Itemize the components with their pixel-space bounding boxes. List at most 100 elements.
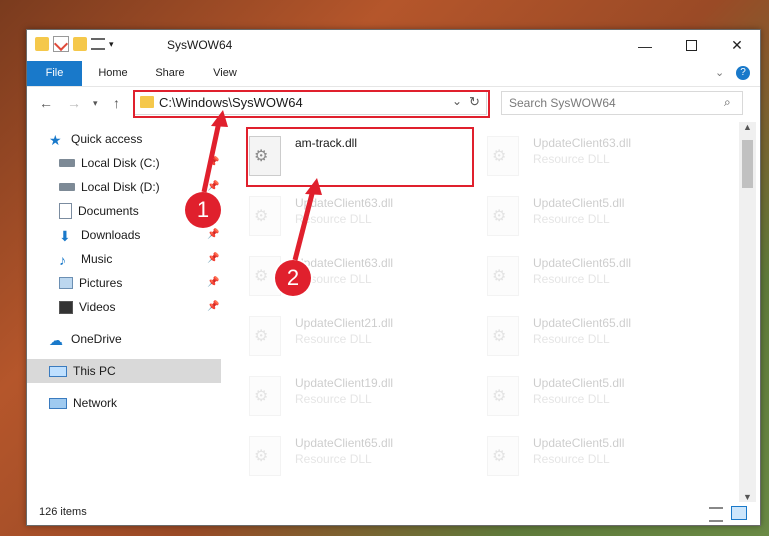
gear-icon: ⚙ bbox=[492, 208, 507, 225]
file-item[interactable]: ⚙ UpdateClient21.dll Resource DLL bbox=[227, 306, 447, 362]
sidebar-item-this-pc[interactable]: This PC bbox=[27, 359, 221, 383]
tab-view[interactable]: View bbox=[202, 61, 248, 86]
gear-icon: ⚙ bbox=[254, 448, 269, 465]
file-type: Resource DLL bbox=[295, 332, 372, 346]
file-item[interactable]: ⚙ UpdateClient5.dll Resource DLL bbox=[465, 186, 685, 242]
file-item[interactable]: ⚙ UpdateClient65.dll Resource DLL bbox=[465, 246, 685, 302]
window-title: SysWOW64 bbox=[167, 38, 233, 52]
close-icon: ✕ bbox=[731, 37, 743, 53]
scroll-up-icon[interactable]: ▲ bbox=[743, 122, 752, 132]
ribbon: File Home Share View ⌄ ? bbox=[27, 61, 760, 87]
explorer-window: ▾ SysWOW64 — ✕ File Home Share View ⌄ ? … bbox=[26, 29, 761, 526]
file-name: UpdateClient63.dll bbox=[295, 256, 394, 270]
sidebar-item-label: This PC bbox=[73, 364, 116, 378]
details-view-icon[interactable] bbox=[709, 507, 723, 522]
tab-file[interactable]: File bbox=[27, 61, 82, 86]
sidebar-item-onedrive[interactable]: ☁ OneDrive bbox=[49, 327, 243, 351]
expand-ribbon-icon[interactable]: ⌄ bbox=[715, 66, 724, 79]
file-name: UpdateClient63.dll bbox=[295, 196, 394, 210]
pin-icon: 📌 bbox=[207, 277, 220, 288]
file-name: UpdateClient21.dll bbox=[295, 316, 394, 330]
up-icon[interactable]: ↑ bbox=[113, 95, 120, 111]
properties-icon[interactable] bbox=[53, 36, 69, 52]
help-icon[interactable]: ? bbox=[736, 66, 750, 80]
scroll-down-icon[interactable]: ▼ bbox=[743, 492, 752, 502]
download-icon: ⬇ bbox=[59, 228, 71, 244]
document-icon bbox=[59, 203, 72, 219]
file-item[interactable]: ⚙ UpdateClient5.dll Resource DLL bbox=[465, 366, 685, 422]
tab-share[interactable]: Share bbox=[145, 61, 195, 86]
tab-home[interactable]: Home bbox=[87, 61, 139, 86]
file-item[interactable]: ⚙ UpdateClient63.dll Resource DLL bbox=[227, 186, 447, 242]
callout-1: 1 bbox=[185, 192, 221, 228]
vertical-scrollbar[interactable]: ▲ ▼ bbox=[739, 122, 756, 505]
new-folder-icon[interactable] bbox=[73, 37, 87, 51]
minimize-icon: — bbox=[638, 37, 652, 54]
file-item[interactable]: ⚙ UpdateClient65.dll Resource DLL bbox=[465, 306, 685, 362]
address-highlight bbox=[133, 90, 490, 118]
videos-icon bbox=[59, 300, 73, 314]
gear-icon: ⚙ bbox=[492, 388, 507, 405]
forward-icon[interactable]: → bbox=[67, 95, 81, 111]
file-type: Resource DLL bbox=[533, 452, 610, 466]
sidebar-item-label: Downloads bbox=[81, 228, 141, 242]
folder-icon[interactable] bbox=[35, 37, 49, 51]
file-name: UpdateClient19.dll bbox=[295, 376, 394, 390]
file-highlight bbox=[246, 127, 474, 187]
file-item[interactable]: ⚙ UpdateClient63.dll Resource DLL bbox=[227, 246, 447, 302]
sidebar-item-network[interactable]: Network bbox=[49, 391, 243, 415]
file-item[interactable]: ⚙ UpdateClient5.dll Resource DLL bbox=[465, 426, 685, 482]
search-input[interactable]: Search SysWOW64 ⌕ bbox=[501, 91, 743, 115]
sidebar-item-label: Network bbox=[73, 396, 118, 410]
gear-icon: ⚙ bbox=[254, 388, 269, 405]
file-type: Resource DLL bbox=[295, 392, 372, 406]
star-icon: ★ bbox=[49, 132, 62, 148]
status-bar: 126 items bbox=[27, 502, 760, 525]
back-icon[interactable]: ← bbox=[39, 95, 53, 111]
gear-icon: ⚙ bbox=[492, 328, 507, 345]
gear-icon: ⚙ bbox=[492, 448, 507, 465]
sidebar-item-downloads[interactable]: ⬇ Downloads bbox=[59, 223, 253, 247]
file-type: Resource DLL bbox=[533, 272, 610, 286]
scroll-thumb[interactable] bbox=[742, 140, 753, 188]
chevron-down-icon[interactable]: ▾ bbox=[109, 39, 114, 50]
sidebar-item-pictures[interactable]: Pictures bbox=[59, 271, 253, 295]
pc-icon bbox=[49, 365, 67, 377]
minimize-button[interactable]: — bbox=[622, 30, 668, 61]
file-type: Resource DLL bbox=[533, 152, 610, 166]
recent-locations-icon[interactable]: ▾ bbox=[93, 98, 98, 109]
sidebar-item-label: Videos bbox=[79, 300, 116, 314]
file-type: Resource DLL bbox=[533, 212, 610, 226]
cloud-icon: ☁ bbox=[49, 332, 63, 348]
sidebar-item-videos[interactable]: Videos bbox=[59, 295, 253, 319]
search-icon[interactable]: ⌕ bbox=[724, 95, 731, 110]
sidebar-item-documents[interactable]: Documents bbox=[59, 199, 253, 223]
large-icons-view-icon[interactable] bbox=[731, 506, 747, 520]
sidebar-item-local-disk-d[interactable]: Local Disk (D:) bbox=[59, 175, 253, 199]
file-type: Resource DLL bbox=[533, 332, 610, 346]
file-item[interactable]: ⚙ UpdateClient19.dll Resource DLL bbox=[227, 366, 447, 422]
drive-icon bbox=[59, 159, 75, 167]
network-icon bbox=[49, 397, 67, 409]
file-name: UpdateClient5.dll bbox=[533, 196, 625, 210]
gear-icon: ⚙ bbox=[492, 148, 507, 165]
gear-icon: ⚙ bbox=[254, 328, 269, 345]
sidebar-item-label: Documents bbox=[78, 204, 139, 218]
customize-icon[interactable] bbox=[91, 38, 105, 50]
sidebar-item-label: Music bbox=[81, 252, 113, 266]
sidebar-item-music[interactable]: ♪ Music bbox=[59, 247, 253, 271]
sidebar-item-quick-access[interactable]: ★ Quick access bbox=[49, 127, 243, 151]
file-item[interactable]: ⚙ UpdateClient63.dll Resource DLL bbox=[465, 126, 685, 182]
gear-icon: ⚙ bbox=[492, 268, 507, 285]
pin-icon: 📌 bbox=[207, 253, 220, 264]
file-item[interactable]: ⚙ UpdateClient65.dll Resource DLL bbox=[227, 426, 447, 482]
navigation-pane: ★ Quick access Local Disk (C:) 📌 Local D… bbox=[27, 125, 221, 505]
sidebar-item-label: Quick access bbox=[71, 132, 143, 146]
item-count: 126 items bbox=[39, 506, 87, 518]
sidebar-item-local-disk-c[interactable]: Local Disk (C:) bbox=[59, 151, 253, 175]
sidebar-item-label: Local Disk (D:) bbox=[81, 180, 160, 194]
pictures-icon bbox=[59, 277, 73, 289]
sidebar-item-label: OneDrive bbox=[71, 332, 122, 346]
close-button[interactable]: ✕ bbox=[714, 30, 760, 61]
maximize-button[interactable] bbox=[668, 30, 714, 61]
